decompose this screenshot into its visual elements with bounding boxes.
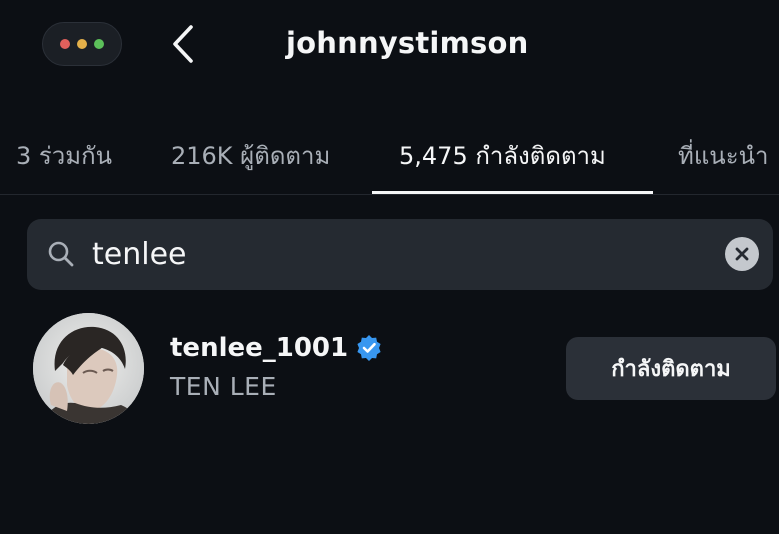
verified-badge-icon <box>357 335 381 361</box>
maximize-dot[interactable] <box>94 39 104 49</box>
tab-bar: 3 ร่วมกัน 216K ผู้ติดตาม 5,475 กำลังติดต… <box>0 128 779 194</box>
page-title: johnnystimson <box>286 26 529 60</box>
tab-following[interactable]: 5,475 กำลังติดตาม <box>399 136 606 175</box>
search-bar[interactable] <box>27 219 773 290</box>
minimize-dot[interactable] <box>77 39 87 49</box>
tab-suggested[interactable]: ที่แนะนำ <box>678 136 768 175</box>
window-controls[interactable] <box>42 22 122 66</box>
search-input[interactable] <box>92 227 692 282</box>
tab-mutual[interactable]: 3 ร่วมกัน <box>16 136 112 175</box>
clear-search-button[interactable] <box>725 237 759 271</box>
profile-photo <box>33 313 144 424</box>
following-button[interactable]: กำลังติดตาม <box>566 337 776 400</box>
close-dot[interactable] <box>60 39 70 49</box>
search-icon <box>47 240 75 272</box>
full-name: TEN LEE <box>170 372 277 401</box>
result-username-row[interactable]: tenlee_1001 <box>170 333 382 363</box>
back-button[interactable] <box>168 24 198 64</box>
divider <box>0 194 779 195</box>
chevron-left-icon <box>173 25 193 63</box>
username[interactable]: tenlee_1001 <box>170 333 348 363</box>
close-icon <box>735 247 749 261</box>
avatar[interactable] <box>33 313 144 424</box>
tab-followers[interactable]: 216K ผู้ติดตาม <box>171 136 330 175</box>
